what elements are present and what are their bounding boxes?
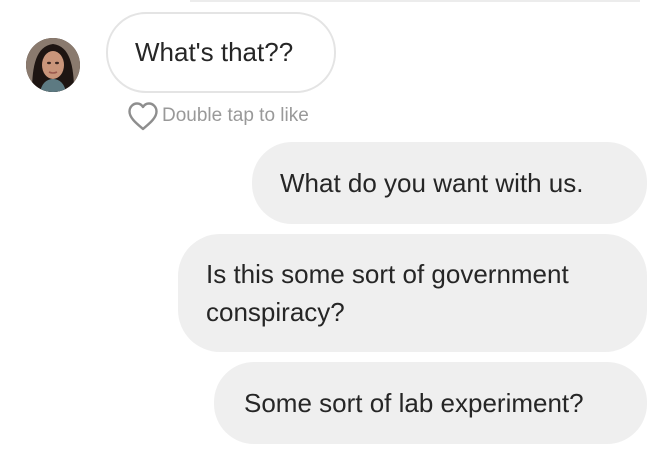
double-tap-to-like[interactable]: Double tap to like: [126, 100, 309, 132]
sender-avatar[interactable]: [26, 38, 80, 92]
message-sent[interactable]: What do you want with us.: [252, 142, 647, 224]
message-text: What do you want with us.: [280, 168, 584, 198]
message-sent[interactable]: Some sort of lab experiment?: [214, 362, 647, 444]
heart-outline-icon[interactable]: [126, 100, 160, 132]
chat-thread: What's that?? Double tap to like What do…: [0, 0, 660, 472]
message-text: What's that??: [135, 37, 294, 67]
like-hint-text: Double tap to like: [162, 105, 309, 126]
message-text: Is this some sort of government conspira…: [206, 259, 569, 327]
previous-message-edge: [190, 0, 640, 2]
message-received[interactable]: What's that??: [106, 12, 336, 93]
message-text: Some sort of lab experiment?: [244, 388, 584, 418]
avatar-photo: [26, 38, 80, 92]
message-sent[interactable]: Is this some sort of government conspira…: [178, 234, 647, 352]
